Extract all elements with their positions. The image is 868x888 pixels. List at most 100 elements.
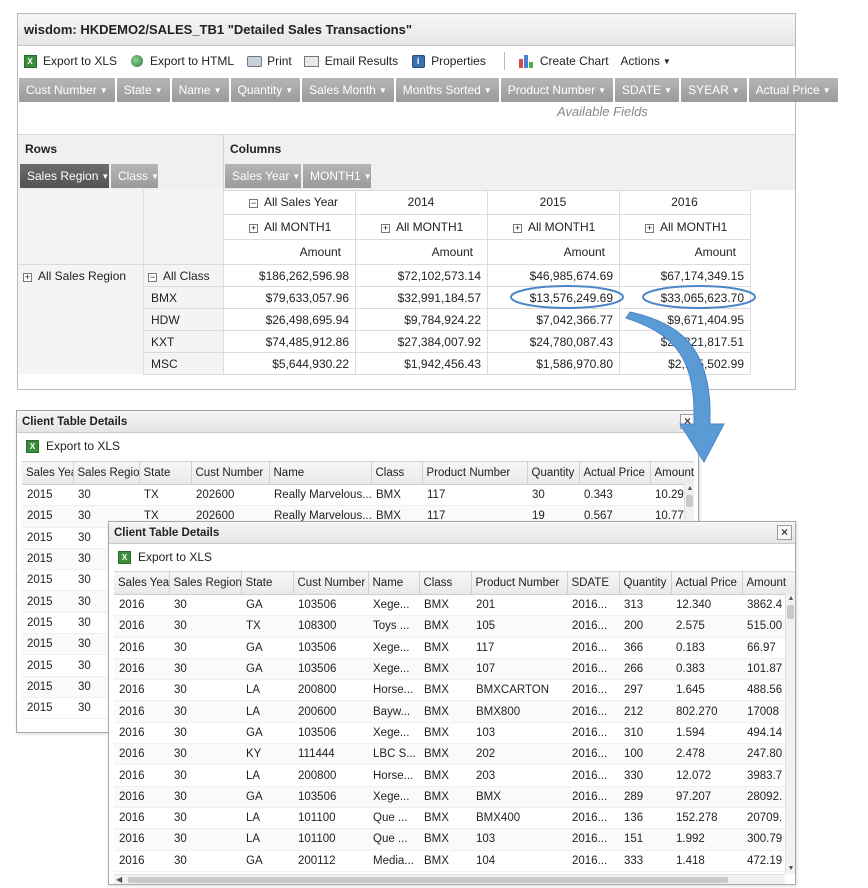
table-row[interactable]: 2016 30 GA 103506 Xege... BMX 107 2016... 266 0.3…: [114, 658, 795, 681]
table-row[interactable]: 2016 30 KY 111444 LBC S... BMX 202 2016... 100 2.…: [114, 743, 795, 766]
pivot-value-cell[interactable]: $33,065,623.70: [619, 291, 744, 305]
column-header[interactable]: Sales Region: [73, 461, 140, 485]
column-header[interactable]: Name: [269, 461, 372, 485]
field-chip[interactable]: State ▼: [116, 78, 170, 102]
actions-menu[interactable]: Actions ▼: [621, 54, 671, 68]
table-row[interactable]: 2016 30 LA 200800 Horse... BMX 203 2016... 330 12…: [114, 764, 795, 787]
expand-icon[interactable]: +: [513, 224, 522, 233]
table-row[interactable]: 2016 30 GA 200112 Media... BMX 104 2016... 333 1.…: [114, 850, 795, 872]
export-xls-button[interactable]: X Export to XLS: [22, 54, 117, 68]
scroll-up-icon[interactable]: ▲: [786, 594, 795, 604]
row-chip-sales-region[interactable]: Sales Region ▼: [20, 164, 109, 188]
column-header-all-sales-year[interactable]: − All Sales Year: [249, 195, 338, 209]
scroll-up-icon[interactable]: ▲: [685, 484, 694, 494]
expand-icon[interactable]: +: [381, 224, 390, 233]
field-chip[interactable]: Name ▼: [171, 78, 229, 102]
column-header[interactable]: Product Number: [422, 461, 528, 485]
table-row[interactable]: 2016 30 TX 108300 Toys ... BMX 105 2016... 200 2.…: [114, 615, 795, 638]
table-row[interactable]: 2016 30 LA 101100 Que ... BMX 103 2016... 151 1.9…: [114, 828, 795, 851]
row-header-all-class[interactable]: − All Class: [148, 269, 210, 283]
pivot-value-cell[interactable]: $2,115,502.99: [619, 357, 744, 371]
column-header[interactable]: Sales Region: [169, 571, 242, 595]
column-header[interactable]: Product Number: [471, 571, 568, 595]
column-header[interactable]: Cust Number: [293, 571, 369, 595]
row-chip-class[interactable]: Class ▼: [111, 164, 159, 188]
pivot-value-cell[interactable]: $27,384,007.92: [355, 335, 481, 349]
export-html-button[interactable]: Export to HTML: [129, 54, 234, 68]
export-xls-button[interactable]: X Export to XLS: [17, 433, 698, 459]
table-row[interactable]: 2016 30 GA 103506 Xege... BMX 103 2016... 310 1.5…: [114, 722, 795, 745]
collapse-icon[interactable]: −: [148, 273, 157, 282]
scroll-thumb[interactable]: [686, 495, 693, 507]
column-header[interactable]: Actual Price: [671, 571, 743, 595]
close-icon[interactable]: ×: [680, 414, 695, 429]
row-header-sales-region[interactable]: + All Sales Region: [23, 269, 126, 283]
expand-icon[interactable]: +: [249, 224, 258, 233]
column-chip-sales-year[interactable]: Sales Year ▼: [225, 164, 301, 188]
column-header[interactable]: Quantity: [619, 571, 672, 595]
table-row[interactable]: 2016 30 LA 200600 Bayw... BMX BMX800 2016... 212…: [114, 700, 795, 723]
vertical-scrollbar[interactable]: ▲ ▼: [785, 594, 795, 874]
pivot-value-cell[interactable]: $26,498,695.94: [223, 313, 349, 327]
column-header-month[interactable]: + All MONTH1: [513, 220, 595, 234]
pivot-value-cell[interactable]: $24,780,087.43: [487, 335, 613, 349]
email-results-button[interactable]: Email Results: [304, 54, 398, 68]
column-header[interactable]: Actual Price: [579, 461, 651, 485]
scroll-left-icon[interactable]: ◀: [116, 875, 122, 884]
column-header[interactable]: Class: [419, 571, 472, 595]
pivot-value-cell[interactable]: $74,485,912.86: [223, 335, 349, 349]
field-chip[interactable]: Months Sorted ▼: [395, 78, 499, 102]
column-header[interactable]: Name: [368, 571, 420, 595]
scroll-thumb[interactable]: [128, 877, 728, 883]
export-xls-button[interactable]: X Export to XLS: [109, 544, 795, 570]
column-header[interactable]: Sales Year: [114, 571, 170, 595]
column-header[interactable]: Cust Number: [191, 461, 270, 485]
pivot-value-cell[interactable]: $79,633,057.96: [223, 291, 349, 305]
expand-icon[interactable]: +: [645, 224, 654, 233]
close-icon[interactable]: ×: [777, 525, 792, 540]
table-row[interactable]: 2016 30 LA 200800 Horse... BMX BMXCARTON 2016..…: [114, 679, 795, 702]
pivot-value-cell[interactable]: $32,991,184.57: [355, 291, 481, 305]
field-chip[interactable]: Actual Price ▼: [748, 78, 838, 102]
table-row[interactable]: 2016 30 LA 101100 Que ... BMX BMX400 2016... 136…: [114, 807, 795, 830]
pivot-value-cell[interactable]: $22,321,817.51: [619, 335, 744, 349]
scroll-down-icon[interactable]: ▼: [786, 864, 795, 874]
pivot-value-cell[interactable]: $1,942,456.43: [355, 357, 481, 371]
field-chip[interactable]: Sales Month ▼: [302, 78, 394, 102]
column-header[interactable]: State: [139, 461, 192, 485]
field-chip[interactable]: Product Number ▼: [500, 78, 614, 102]
pivot-value-cell[interactable]: $67,174,349.15: [619, 269, 744, 283]
pivot-value-cell[interactable]: $13,576,249.69: [487, 291, 613, 305]
column-header[interactable]: Amount: [650, 461, 694, 485]
column-header-month[interactable]: + All MONTH1: [249, 220, 331, 234]
table-row[interactable]: 2016 30 GA 103506 Xege... BMX 201 2016... 313 12.…: [114, 594, 795, 617]
pivot-value-cell[interactable]: $186,262,596.98: [223, 269, 349, 283]
table-row[interactable]: 2015 30 TX 202600 Really Marvelous... BMX 117 3…: [22, 484, 694, 507]
column-header-month[interactable]: + All MONTH1: [645, 220, 727, 234]
column-header[interactable]: Amount: [742, 571, 795, 595]
column-header[interactable]: Quantity: [527, 461, 580, 485]
pivot-value-cell[interactable]: $9,671,404.95: [619, 313, 744, 327]
print-button[interactable]: Print: [246, 54, 292, 68]
pivot-value-cell[interactable]: $1,586,970.80: [487, 357, 613, 371]
field-chip[interactable]: SDATE ▼: [615, 78, 680, 102]
properties-button[interactable]: i Properties: [410, 54, 486, 68]
column-header[interactable]: Sales Year: [22, 461, 74, 485]
table-row[interactable]: 2016 30 GA 103506 Xege... BMX 117 2016... 366 0.1…: [114, 637, 795, 659]
create-chart-button[interactable]: Create Chart: [519, 54, 609, 68]
table-row[interactable]: 2016 30 GA 103506 Xege... BMX BMX 2016... 289 97.…: [114, 786, 795, 808]
expand-icon[interactable]: +: [23, 273, 32, 282]
pivot-value-cell[interactable]: $46,985,674.69: [487, 269, 613, 283]
pivot-value-cell[interactable]: $5,644,930.22: [223, 357, 349, 371]
column-header-month[interactable]: + All MONTH1: [381, 220, 463, 234]
column-header[interactable]: State: [241, 571, 294, 595]
pivot-value-cell[interactable]: $9,784,924.22: [355, 313, 481, 327]
scroll-thumb[interactable]: [787, 605, 794, 619]
field-chip[interactable]: Quantity ▼: [230, 78, 301, 102]
pivot-value-cell[interactable]: $7,042,366.77: [487, 313, 613, 327]
pivot-value-cell[interactable]: $72,102,573.14: [355, 269, 481, 283]
horizontal-scrollbar[interactable]: ◀: [114, 874, 785, 884]
column-chip-month1[interactable]: MONTH1 ▼: [303, 164, 372, 188]
field-chip[interactable]: SYEAR ▼: [681, 78, 747, 102]
field-chip[interactable]: Cust Number ▼: [19, 78, 115, 102]
